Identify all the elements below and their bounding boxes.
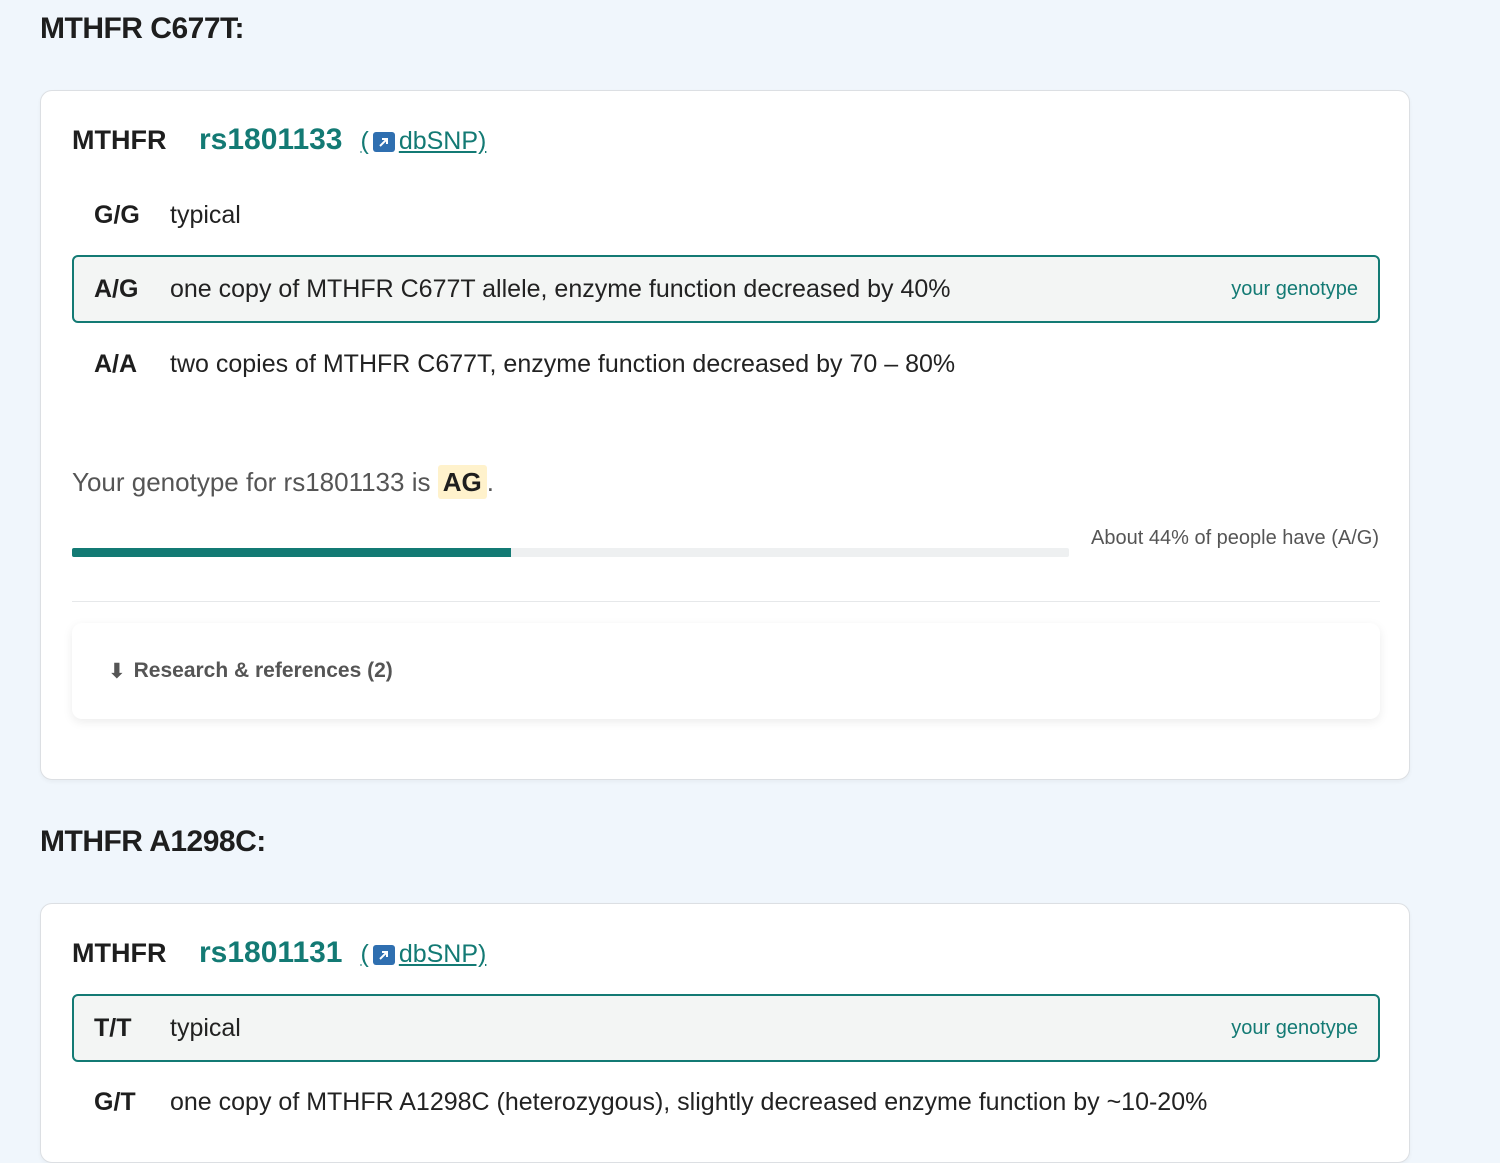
your-genotype-statement: Your genotype for rs1801133 is AG.: [72, 465, 494, 499]
card-header: MTHFR rs1801131 ( dbSNP): [72, 936, 486, 970]
genotype-row-gg: G/G typical: [72, 181, 1380, 249]
your-genotype-suffix: .: [486, 467, 494, 497]
card-header: MTHFR rs1801133 ( dbSNP): [72, 123, 486, 157]
section-title-c677t: MTHFR C677T:: [40, 12, 245, 45]
frequency-text: About 44% of people have (A/G): [1091, 527, 1379, 549]
rsid-label: rs1801131: [199, 936, 343, 969]
genotype-code: A/A: [94, 349, 138, 378]
genotype-description: typical: [170, 1013, 241, 1042]
genotype-code: G/T: [94, 1087, 136, 1116]
your-genotype-badge: your genotype: [1231, 1016, 1358, 1039]
dbsnp-open-paren: (: [360, 940, 369, 968]
genotype-row-tt: T/T typical your genotype: [72, 994, 1380, 1062]
divider: [72, 601, 1380, 602]
genotype-description: two copies of MTHFR C677T, enzyme functi…: [170, 349, 956, 378]
genotype-row-gt: G/T one copy of MTHFR A1298C (heterozygo…: [72, 1068, 1380, 1136]
external-link-icon: [372, 131, 395, 152]
dbsnp-link[interactable]: ( dbSNP): [361, 127, 487, 156]
dbsnp-open-paren: (: [360, 127, 369, 155]
genotype-description: typical: [170, 200, 241, 229]
frequency-bar-fill: [72, 548, 511, 557]
external-link-icon: [372, 944, 395, 965]
arrow-down-icon: ⬇: [108, 659, 126, 683]
snp-card-rs1801131: MTHFR rs1801131 ( dbSNP) T/T typical you…: [40, 903, 1410, 1163]
frequency-bar: [72, 548, 1069, 557]
genotype-row-aa: A/A two copies of MTHFR C677T, enzyme fu…: [72, 330, 1380, 398]
dbsnp-link[interactable]: ( dbSNP): [361, 940, 487, 969]
genotype-row-ag: A/G one copy of MTHFR C677T allele, enzy…: [72, 255, 1380, 323]
your-genotype-prefix: Your genotype for rs1801133 is: [72, 467, 431, 497]
research-references-toggle[interactable]: ⬇ Research & references (2): [72, 623, 1380, 719]
section-title-a1298c: MTHFR A1298C:: [40, 825, 266, 858]
rsid-label: rs1801133: [199, 123, 343, 156]
genotype-code: T/T: [94, 1013, 132, 1042]
dbsnp-label: dbSNP): [398, 127, 487, 155]
your-genotype-value: AG: [437, 465, 487, 499]
genotype-description: one copy of MTHFR A1298C (heterozygous),…: [170, 1087, 1208, 1116]
genotype-code: G/G: [94, 200, 140, 229]
research-label: Research & references (2): [133, 659, 393, 682]
snp-card-rs1801133: MTHFR rs1801133 ( dbSNP) G/G typical A/G…: [40, 90, 1410, 780]
genotype-code: A/G: [94, 274, 139, 303]
genotype-description: one copy of MTHFR C677T allele, enzyme f…: [170, 274, 951, 303]
gene-name: MTHFR: [72, 125, 167, 155]
your-genotype-badge: your genotype: [1231, 277, 1358, 300]
dbsnp-label: dbSNP): [398, 940, 487, 968]
gene-name: MTHFR: [72, 938, 167, 968]
